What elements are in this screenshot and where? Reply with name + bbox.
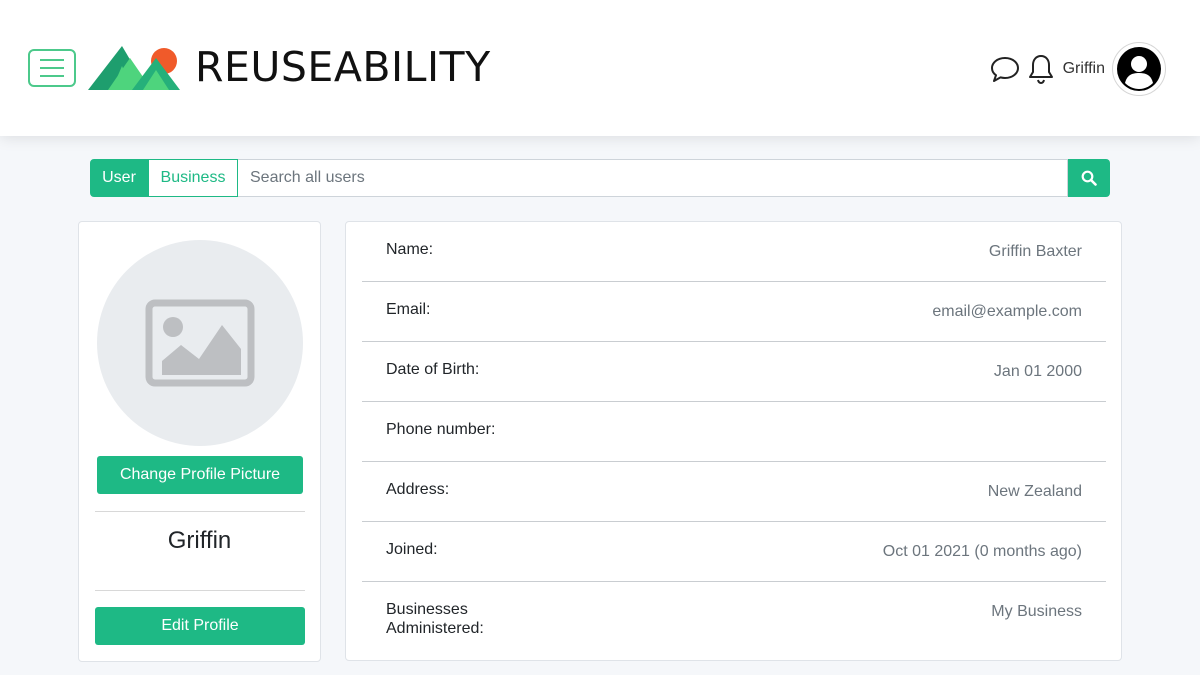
detail-value-business-link[interactable]: My Business [991, 602, 1082, 621]
detail-value: Jan 01 2000 [993, 363, 1082, 380]
search-type-user-button[interactable]: User [90, 159, 148, 197]
search-input[interactable] [238, 159, 1068, 197]
top-navbar: REUSEABILITY Griffin [0, 0, 1200, 136]
profile-name: Griffin [167, 527, 232, 554]
detail-row-businesses: Businesses Administered: My Business [362, 582, 1106, 642]
user-search-bar: User Business [90, 159, 1110, 197]
navbar-user-area: Griffin [989, 41, 1166, 97]
detail-value: Griffin Baxter [988, 243, 1082, 260]
image-placeholder-icon [145, 299, 255, 387]
profile-card: Change Profile Picture Griffin Edit Prof… [78, 221, 321, 662]
chat-icon[interactable] [989, 53, 1021, 85]
user-avatar[interactable] [1112, 42, 1166, 96]
hamburger-menu-icon [40, 59, 64, 77]
detail-label: Date of Birth: [386, 361, 480, 378]
detail-label: Businesses Administered: [386, 601, 484, 637]
detail-value: email@example.com [932, 303, 1082, 320]
detail-label: Joined: [386, 541, 438, 558]
detail-label: Address: [386, 481, 450, 498]
profile-picture [97, 240, 303, 446]
bell-icon[interactable] [1025, 53, 1057, 85]
search-type-business-button[interactable]: Business [148, 159, 238, 197]
detail-value: Oct 01 2021 (0 months ago) [882, 543, 1082, 560]
change-profile-picture-button[interactable]: Change Profile Picture [97, 456, 303, 494]
hamburger-menu-button[interactable] [28, 49, 76, 87]
brand-name[interactable]: REUSEABILITY [195, 43, 491, 91]
search-button[interactable] [1068, 159, 1110, 197]
profile-details-card: Name: Griffin Baxter Email: email@exampl… [345, 221, 1122, 661]
divider [95, 511, 305, 512]
detail-row-email: Email: email@example.com [362, 282, 1106, 342]
brand-logo[interactable] [88, 44, 182, 92]
detail-row-joined: Joined: Oct 01 2021 (0 months ago) [362, 522, 1106, 582]
detail-row-address: Address: New Zealand [362, 462, 1106, 522]
edit-profile-button[interactable]: Edit Profile [95, 607, 305, 645]
detail-value: New Zealand [987, 483, 1082, 500]
detail-row-name: Name: Griffin Baxter [362, 222, 1106, 282]
user-avatar-icon [1117, 47, 1161, 91]
detail-label: Name: [386, 241, 434, 258]
detail-label: Email: [386, 301, 431, 318]
divider [95, 590, 305, 591]
detail-row-phone: Phone number: [362, 402, 1106, 462]
search-icon [1081, 170, 1097, 186]
detail-row-date-of-birth: Date of Birth: Jan 01 2000 [362, 342, 1106, 402]
navbar-username[interactable]: Griffin [1063, 60, 1105, 78]
detail-label: Phone number: [386, 421, 496, 438]
